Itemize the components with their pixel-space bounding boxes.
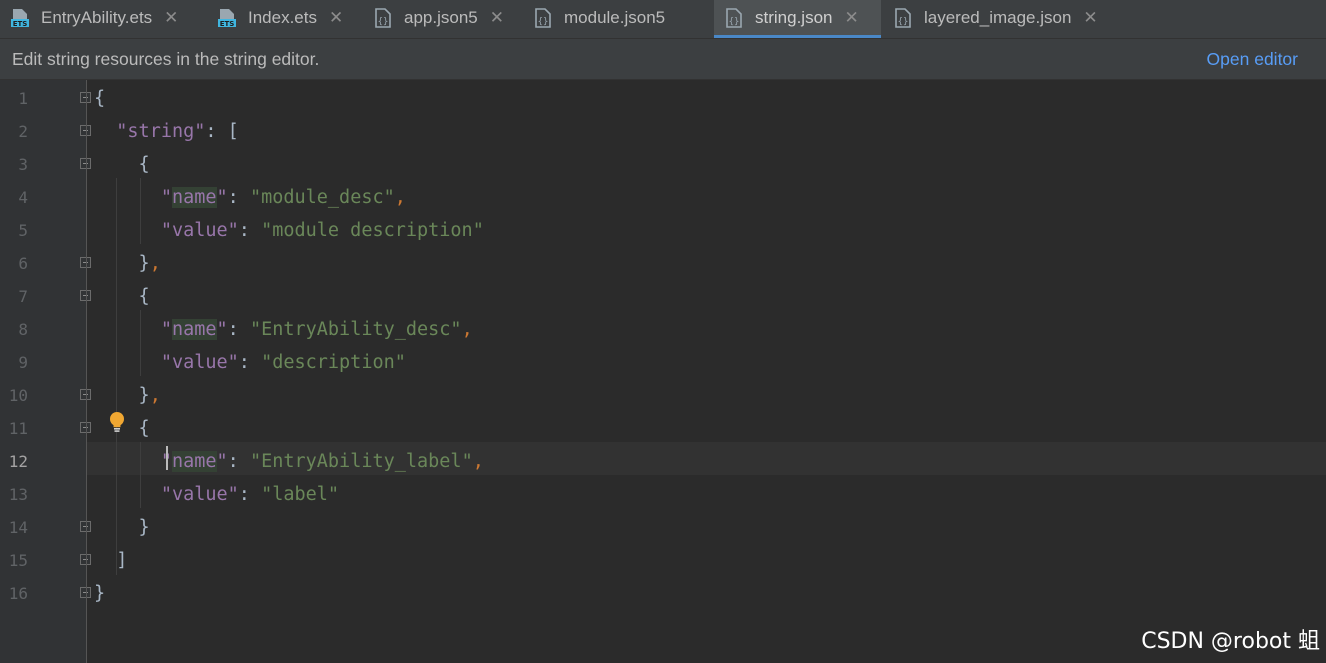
line-number: 14: [8, 518, 28, 537]
line-number: 8: [18, 320, 28, 339]
ets-file-icon: ETS: [10, 8, 30, 28]
close-icon[interactable]: ✕: [1083, 8, 1097, 28]
tab-label: string.json: [755, 7, 833, 27]
svg-text:{}: {}: [898, 17, 909, 27]
json-file-icon: {}: [724, 7, 744, 28]
code-line[interactable]: {: [94, 280, 150, 313]
code-line[interactable]: "value": "module description": [94, 214, 484, 247]
line-number: 5: [18, 221, 28, 240]
tab-label: EntryAbility.ets: [41, 7, 153, 27]
svg-text:ETS: ETS: [13, 20, 28, 28]
json-file-icon: {}: [893, 7, 913, 28]
line-number: 4: [18, 188, 28, 207]
tab-label: layered_image.json: [924, 7, 1072, 27]
close-icon[interactable]: ✕: [329, 8, 343, 28]
code-line[interactable]: },: [94, 379, 161, 412]
gutter-divider: [86, 80, 87, 663]
code-line[interactable]: }: [94, 577, 105, 610]
close-icon[interactable]: ✕: [490, 8, 504, 28]
code-line[interactable]: "value": "description": [94, 346, 406, 379]
tab-layered-image-json[interactable]: {} layered_image.json ✕: [883, 0, 1123, 35]
line-number: 10: [8, 386, 28, 405]
line-number: 12: [8, 452, 28, 471]
close-icon[interactable]: ✕: [844, 8, 858, 28]
open-editor-link[interactable]: Open editor: [1207, 49, 1298, 70]
tab-label: Index.ets: [248, 7, 317, 27]
close-icon[interactable]: ✕: [164, 8, 178, 28]
line-number: 7: [18, 287, 28, 306]
line-number: 13: [8, 485, 28, 504]
code-line[interactable]: }: [94, 511, 150, 544]
svg-text:{}: {}: [729, 17, 740, 27]
tab-label: module.json5: [564, 7, 666, 27]
lightbulb-icon[interactable]: [107, 410, 127, 434]
notification-text: Edit string resources in the string edit…: [12, 49, 320, 69]
line-number: 6: [18, 254, 28, 273]
watermark-text: CSDN @robot 蛆: [1141, 629, 1320, 654]
editor-tab-bar: ETS EntryAbility.ets ✕ ETS Index.ets ✕ {…: [0, 0, 1326, 39]
code-line[interactable]: "name": "EntryAbility_label",: [94, 445, 484, 478]
json-file-icon: {}: [533, 7, 553, 28]
line-number: 9: [18, 353, 28, 372]
code-line[interactable]: "name": "module_desc",: [94, 181, 406, 214]
code-line[interactable]: ]: [94, 544, 127, 577]
tab-label: app.json5: [404, 7, 478, 27]
tab-string-json[interactable]: {} string.json ✕: [714, 0, 881, 38]
json-file-icon: {}: [373, 7, 393, 28]
line-number: 16: [8, 584, 28, 603]
tab-entryability-ets[interactable]: ETS EntryAbility.ets ✕: [0, 0, 207, 35]
code-editor[interactable]: 1 2 3 4 5 6 7 8 9 10 11 12 13 14 15 16{ "string": [ { "…: [0, 80, 1326, 663]
code-line[interactable]: {: [94, 148, 150, 181]
code-line[interactable]: "value": "label": [94, 478, 339, 511]
tab-index-ets[interactable]: ETS Index.ets ✕: [207, 0, 363, 35]
line-number: 11: [8, 419, 28, 438]
code-line[interactable]: "name": "EntryAbility_desc",: [94, 313, 473, 346]
editor-notification-bar: Edit string resources in the string edit…: [0, 39, 1326, 80]
ets-file-icon: ETS: [217, 8, 237, 28]
code-line[interactable]: },: [94, 247, 161, 280]
code-line[interactable]: "string": [: [94, 115, 239, 148]
tab-app-json5[interactable]: {} app.json5 ✕: [363, 0, 523, 35]
svg-text:ETS: ETS: [220, 20, 235, 28]
svg-text:{}: {}: [378, 17, 389, 27]
line-number: 15: [8, 551, 28, 570]
svg-text:{}: {}: [538, 17, 549, 27]
text-cursor: [166, 446, 168, 470]
line-number: 1: [18, 89, 28, 108]
line-number: 3: [18, 155, 28, 174]
code-line[interactable]: {: [94, 82, 105, 115]
tab-module-json5[interactable]: {} module.json5: [523, 0, 712, 35]
line-number: 2: [18, 122, 28, 141]
